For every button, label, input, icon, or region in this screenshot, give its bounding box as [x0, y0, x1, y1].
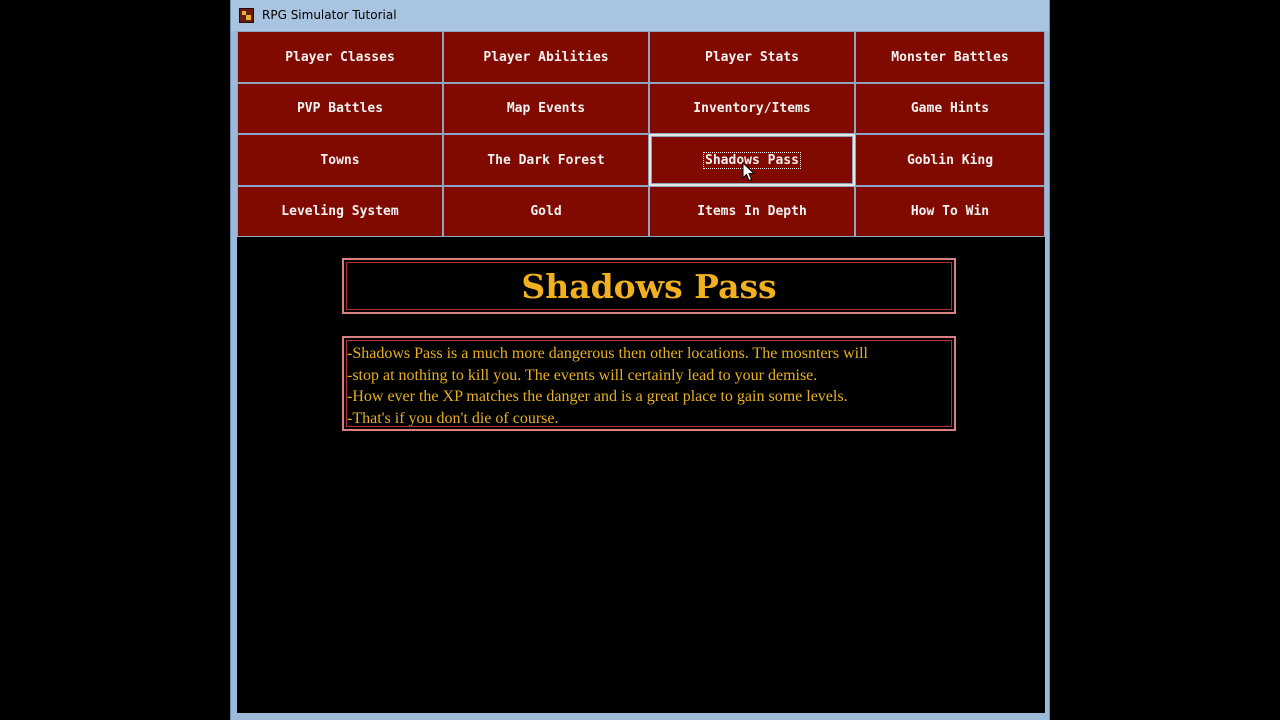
description-line: -Shadows Pass is a much more dangerous t… — [347, 345, 868, 362]
rpg-game-icon — [239, 8, 254, 23]
nav-button-leveling-system[interactable]: Leveling System — [237, 186, 443, 237]
window-title: RPG Simulator Tutorial — [262, 8, 397, 22]
nav-button-player-classes[interactable]: Player Classes — [237, 31, 443, 83]
nav-button-label: Game Hints — [910, 101, 990, 116]
nav-button-game-hints[interactable]: Game Hints — [855, 83, 1045, 134]
nav-button-pvp-battles[interactable]: PVP Battles — [237, 83, 443, 134]
nav-button-label: Leveling System — [281, 204, 399, 219]
tutorial-nav-grid: Player Classes Player Abilities Player S… — [237, 31, 1045, 237]
nav-button-items-in-depth[interactable]: Items In Depth — [649, 186, 855, 237]
nav-button-label: Player Classes — [285, 49, 395, 65]
mouse-cursor-icon — [742, 162, 756, 182]
nav-button-gold[interactable]: Gold — [443, 186, 649, 237]
nav-button-inventory-items[interactable]: Inventory/Items — [649, 83, 855, 134]
nav-button-the-dark-forest[interactable]: The Dark Forest — [443, 134, 649, 186]
nav-button-label: Items In Depth — [697, 204, 807, 219]
section-heading: Shadows Pass — [521, 266, 777, 306]
nav-button-map-events[interactable]: Map Events — [443, 83, 649, 134]
nav-button-label: Player Stats — [705, 49, 799, 65]
nav-button-label: Towns — [320, 152, 360, 168]
nav-button-label: Player Abilities — [483, 49, 609, 65]
description-line: -How ever the XP matches the danger and … — [347, 388, 848, 405]
section-description-box: -Shadows Pass is a much more dangerous t… — [342, 336, 956, 431]
app-window: RPG Simulator Tutorial Player Classes Pl… — [230, 0, 1050, 720]
nav-button-label: Map Events — [506, 101, 586, 116]
nav-button-label: Inventory/Items — [693, 101, 811, 116]
title-bar[interactable]: RPG Simulator Tutorial — [231, 0, 1049, 31]
nav-button-label: PVP Battles — [296, 101, 384, 116]
nav-button-towns[interactable]: Towns — [237, 134, 443, 186]
nav-button-monster-battles[interactable]: Monster Battles — [855, 31, 1045, 83]
nav-button-player-abilities[interactable]: Player Abilities — [443, 31, 649, 83]
description-line: -That's if you don't die of course. — [347, 409, 559, 427]
nav-button-label: Goblin King — [906, 152, 994, 168]
nav-button-label: Monster Battles — [891, 49, 1009, 65]
nav-button-player-stats[interactable]: Player Stats — [649, 31, 855, 83]
nav-button-label: How To Win — [910, 204, 990, 219]
description-line: -stop at nothing to kill you. The events… — [347, 366, 818, 384]
nav-button-goblin-king[interactable]: Goblin King — [855, 134, 1045, 186]
nav-button-label: Gold — [530, 204, 562, 219]
nav-button-how-to-win[interactable]: How To Win — [855, 186, 1045, 237]
section-heading-box: Shadows Pass — [342, 258, 956, 314]
tutorial-content-area: Player Classes Player Abilities Player S… — [237, 31, 1045, 713]
nav-button-label: The Dark Forest — [487, 152, 605, 168]
